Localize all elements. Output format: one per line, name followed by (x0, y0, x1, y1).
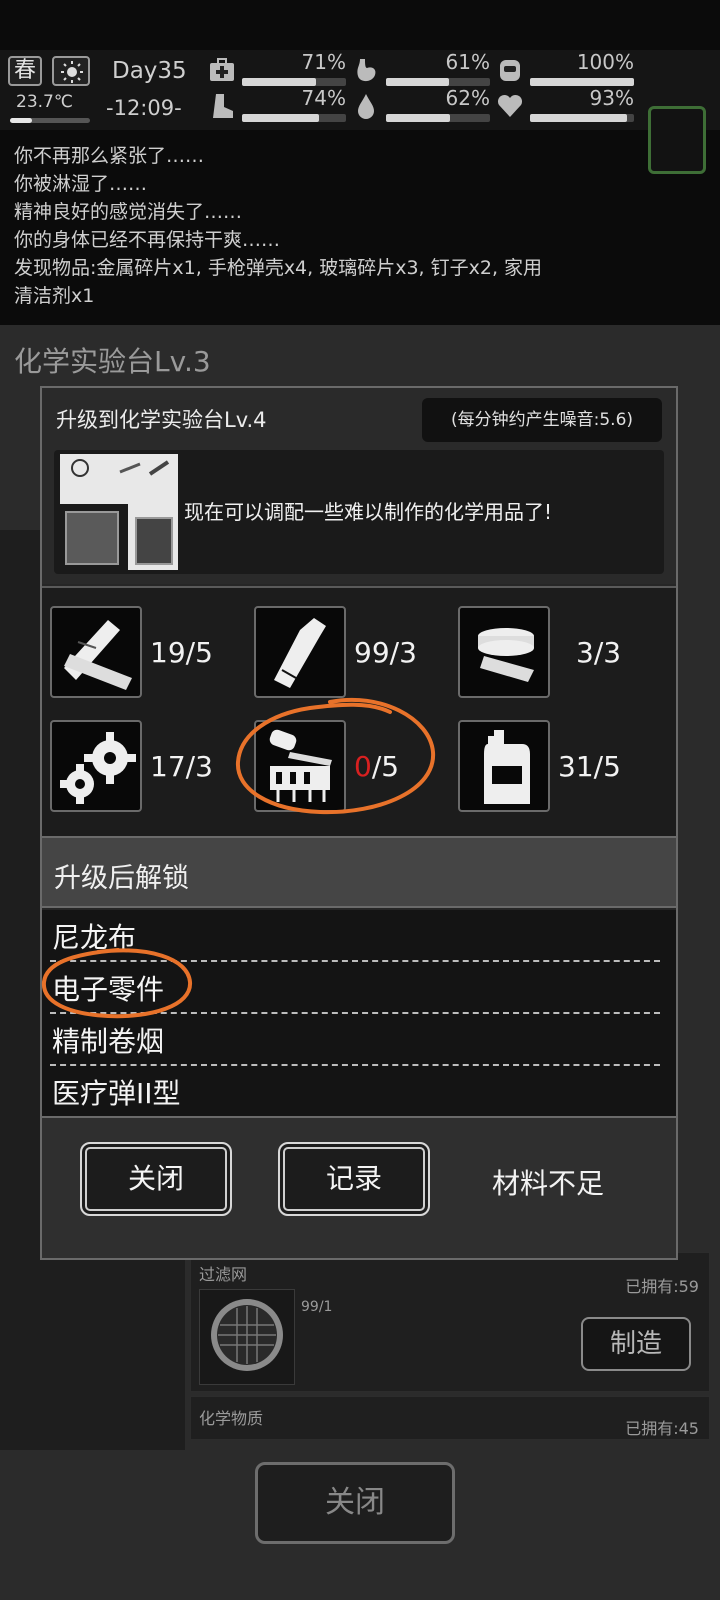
wood-plank-icon (50, 606, 142, 698)
log-line: 精神良好的感觉消失了…… (14, 201, 243, 223)
highlight-circle-material (235, 697, 436, 815)
recipe-card-filter: 过滤网 已拥有:59 99/1 制造 (190, 1252, 710, 1392)
log-line: 你的身体已经不再保持干爽…… (14, 229, 281, 251)
highlight-circle-unlock (41, 948, 192, 1019)
dialog-title: 升级到化学实验台Lv.4 (56, 408, 267, 432)
unlock-section-header: 升级后解锁 (42, 836, 676, 908)
mood-stat: 93% (496, 86, 636, 122)
gears-icon (50, 720, 142, 812)
material-detergent: 31/5 (450, 720, 650, 816)
water-drop-icon (352, 92, 380, 120)
boot-icon (208, 92, 236, 120)
log-line: 清洁剂x1 (14, 285, 95, 307)
log-line: 你不再那么紧张了…… (14, 145, 205, 167)
stomach-icon (352, 56, 380, 84)
workbench-title: 化学实验台Lv.3 (14, 345, 211, 378)
thirst-stat: 62% (352, 86, 492, 122)
upgrade-dialog: 升级到化学实验台Lv.4 (每分钟约产生噪音:5.6) 现在可以调配一些难以制作… (40, 386, 678, 1260)
detergent-jug-icon (458, 720, 550, 812)
material-tape: 3/3 (450, 606, 650, 702)
health-stat: 71% (208, 50, 348, 86)
log-line: 你被淋湿了…… (14, 173, 148, 195)
season-badge: 春 (8, 56, 42, 86)
recipe-card-chemicals: 化学物质 已拥有:45 (190, 1396, 710, 1440)
filter-mesh-icon (199, 1289, 295, 1385)
message-log: 你不再那么紧张了…… 你被淋湿了…… 精神良好的感觉消失了…… 你的身体已经不再… (14, 142, 714, 310)
noise-badge: (每分钟约产生噪音:5.6) (422, 398, 662, 442)
unlock-item: 医疗弹II型 (52, 1077, 181, 1110)
insufficient-materials-label: 材料不足 (492, 1167, 605, 1200)
material-gears: 17/3 (42, 720, 242, 816)
day-counter: Day35 (112, 58, 187, 84)
description-box: 现在可以调配一些难以制作的化学用品了! (54, 450, 664, 574)
material-bottle: 99/3 (246, 606, 446, 702)
time-display: -12:09- (106, 96, 182, 120)
dialog-header: 升级到化学实验台Lv.4 (每分钟约产生噪音:5.6) 现在可以调配一些难以制作… (42, 388, 676, 584)
panel-close-button[interactable]: 关闭 (255, 1462, 455, 1544)
temperature-bar (10, 118, 90, 123)
medkit-icon (208, 56, 236, 84)
bottle-icon (254, 606, 346, 698)
material-wood: 19/5 (42, 606, 242, 702)
log-line: 发现物品:金属碎片x1, 手枪弹壳x4, 玻璃碎片x3, 钉子x2, 家用 (14, 257, 543, 279)
heart-icon (496, 92, 524, 120)
record-button[interactable]: 记录 (278, 1142, 430, 1216)
sun-icon (52, 56, 90, 86)
hunger-stat: 61% (352, 50, 492, 86)
tape-roll-icon (458, 606, 550, 698)
status-bar: 春 23.7℃ Day35 -12:09- 71% 61% 100% 74% 6… (0, 50, 720, 174)
close-button[interactable]: 关闭 (80, 1142, 232, 1216)
chemistry-bench-image (60, 454, 178, 570)
stamina-stat: 74% (208, 86, 348, 122)
dialog-footer: 关闭 记录 材料不足 (42, 1116, 676, 1258)
energy-icon (496, 56, 524, 84)
description-text: 现在可以调配一些难以制作的化学用品了! (184, 500, 553, 524)
craft-button[interactable]: 制造 (581, 1317, 691, 1371)
energy-stat: 100% (496, 50, 636, 86)
temperature: 23.7℃ (16, 92, 73, 112)
